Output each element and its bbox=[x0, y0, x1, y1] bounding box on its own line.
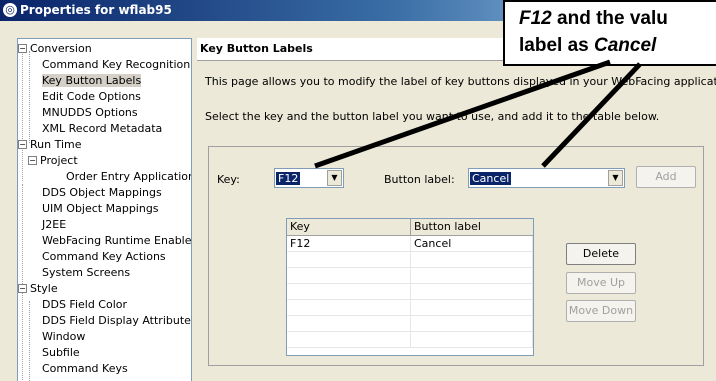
chevron-down-icon[interactable]: ▼ bbox=[608, 170, 623, 186]
table-row-empty bbox=[287, 284, 533, 300]
tree-item-command-keys[interactable]: Command Keys bbox=[42, 361, 128, 377]
tree-item-label: UIM Object Mappings bbox=[42, 202, 159, 215]
tree-item-dds-field-color[interactable]: DDS Field Color bbox=[42, 297, 127, 313]
move-up-button[interactable]: Move Up bbox=[566, 272, 636, 294]
tree-item-label: Key Button Labels bbox=[42, 74, 142, 87]
tree-item-label: Style bbox=[30, 282, 58, 295]
table-row-empty bbox=[287, 252, 533, 268]
tree-item-xml-record-metadata[interactable]: XML Record Metadata bbox=[42, 121, 162, 137]
column-header-key[interactable]: Key bbox=[287, 219, 411, 236]
tree-item-label: Edit Code Options bbox=[42, 90, 141, 103]
add-button[interactable]: Add bbox=[636, 166, 696, 188]
tree-item-subfile[interactable]: Subfile bbox=[42, 345, 80, 361]
tree-item-label: WebFacing Runtime Enablement bbox=[42, 234, 192, 247]
table-cell-label: Cancel bbox=[411, 236, 533, 251]
tree-item-label: Subfile bbox=[42, 346, 80, 359]
callout-key: F12 bbox=[519, 8, 552, 29]
tree-item-label: DDS Field Color bbox=[42, 298, 128, 311]
tree-item-command-key-recognition[interactable]: Command Key Recognition bbox=[42, 57, 190, 73]
tree-item-key-button-labels[interactable]: Key Button Labels bbox=[42, 73, 142, 89]
tree-item-order-entry-application[interactable]: Order Entry Application bbox=[66, 169, 192, 185]
window-title: Properties for wflab95 bbox=[20, 3, 172, 17]
tree-item-project[interactable]: − Project bbox=[28, 153, 78, 169]
page-description: This page allows you to modify the label… bbox=[205, 75, 716, 88]
chevron-down-icon[interactable]: ▼ bbox=[327, 170, 342, 186]
annotation-callout: F12 and the valu label as Cancel bbox=[503, 0, 716, 66]
tree-item-label: MNUDDS Options bbox=[42, 106, 138, 119]
column-header-button-label[interactable]: Button label bbox=[411, 219, 533, 236]
key-combo[interactable]: F12 ▼ bbox=[274, 168, 344, 188]
table-row-empty bbox=[287, 332, 533, 348]
collapse-icon[interactable]: − bbox=[28, 156, 37, 165]
collapse-icon[interactable]: − bbox=[18, 44, 27, 53]
tree-connector bbox=[29, 301, 30, 381]
tree-item-label: J2EE bbox=[42, 218, 67, 231]
key-label: Key: bbox=[217, 173, 240, 186]
page-instructions: Select the key and the button label you … bbox=[205, 110, 660, 123]
callout-line-1: F12 and the valu bbox=[519, 5, 716, 32]
tree-item-uim-object-mappings[interactable]: UIM Object Mappings bbox=[42, 201, 159, 217]
table-row-empty bbox=[287, 316, 533, 332]
tree-item-dds-field-display-attributes[interactable]: DDS Field Display Attributes bbox=[42, 313, 192, 329]
tree-item-label: Run Time bbox=[30, 138, 82, 151]
key-button-labels-panel: Key Button Labels This page allows you t… bbox=[197, 38, 716, 381]
tree-item-label: System Screens bbox=[42, 266, 131, 279]
tree-item-system-screens[interactable]: System Screens bbox=[42, 265, 130, 281]
button-label-label: Button label: bbox=[384, 173, 455, 186]
tree-item-label: Project bbox=[40, 154, 78, 167]
tree-item-window[interactable]: Window bbox=[42, 329, 85, 345]
table-cell-key: F12 bbox=[287, 236, 411, 251]
delete-button[interactable]: Delete bbox=[566, 243, 636, 265]
tree-item-label: Command Keys bbox=[42, 362, 128, 375]
tree-item-webfacing-runtime-enablement[interactable]: WebFacing Runtime Enablement bbox=[42, 233, 192, 249]
tree-item-style[interactable]: − Style bbox=[18, 281, 58, 297]
tree-item-dds-object-mappings[interactable]: DDS Object Mappings bbox=[42, 185, 162, 201]
button-label-combo-value: Cancel bbox=[470, 172, 512, 185]
tree-item-run-time[interactable]: − Run Time bbox=[18, 137, 82, 153]
tree-item-label: Order Entry Application bbox=[66, 170, 192, 183]
tree-item-label: XML Record Metadata bbox=[42, 122, 163, 135]
tree-item-label: Command Key Recognition bbox=[42, 58, 191, 71]
tree-connector bbox=[29, 51, 30, 143]
page-title: Key Button Labels bbox=[200, 42, 313, 55]
tree-item-label: Command Key Actions bbox=[42, 250, 166, 263]
tree-connector bbox=[22, 51, 23, 181]
tree-item-label: DDS Field Display Attributes bbox=[42, 314, 192, 327]
tree-item-j2ee[interactable]: J2EE bbox=[42, 217, 66, 233]
table-row-empty bbox=[287, 268, 533, 284]
eclipse-icon: ◎ bbox=[3, 3, 17, 17]
callout-line-2: label as Cancel bbox=[519, 32, 716, 59]
key-combo-value: F12 bbox=[276, 172, 301, 185]
button-label-combo[interactable]: Cancel ▼ bbox=[468, 168, 625, 188]
tree-item-edit-code-options[interactable]: Edit Code Options bbox=[42, 89, 141, 105]
tree-item-command-key-actions[interactable]: Command Key Actions bbox=[42, 249, 166, 265]
tree-item-mnudds-options[interactable]: MNUDDS Options bbox=[42, 105, 138, 121]
callout-text: and the valu bbox=[551, 8, 668, 29]
tree-item-label: Window bbox=[42, 330, 86, 343]
collapse-icon[interactable]: − bbox=[18, 284, 27, 293]
tree-item-conversion[interactable]: − Conversion bbox=[18, 41, 92, 57]
move-down-button[interactable]: Move Down bbox=[566, 300, 636, 322]
properties-tree[interactable]: − Conversion Command Key Recognition Key … bbox=[17, 38, 192, 381]
callout-text: label as bbox=[519, 35, 594, 56]
collapse-icon[interactable]: − bbox=[18, 140, 27, 149]
callout-value: Cancel bbox=[594, 35, 657, 56]
key-labels-table[interactable]: Key Button label F12 Cancel bbox=[286, 218, 534, 356]
table-row-empty bbox=[287, 300, 533, 316]
tree-item-label: DDS Object Mappings bbox=[42, 186, 162, 199]
tree-item-label: Conversion bbox=[30, 42, 92, 55]
table-row[interactable]: F12 Cancel bbox=[287, 236, 533, 252]
